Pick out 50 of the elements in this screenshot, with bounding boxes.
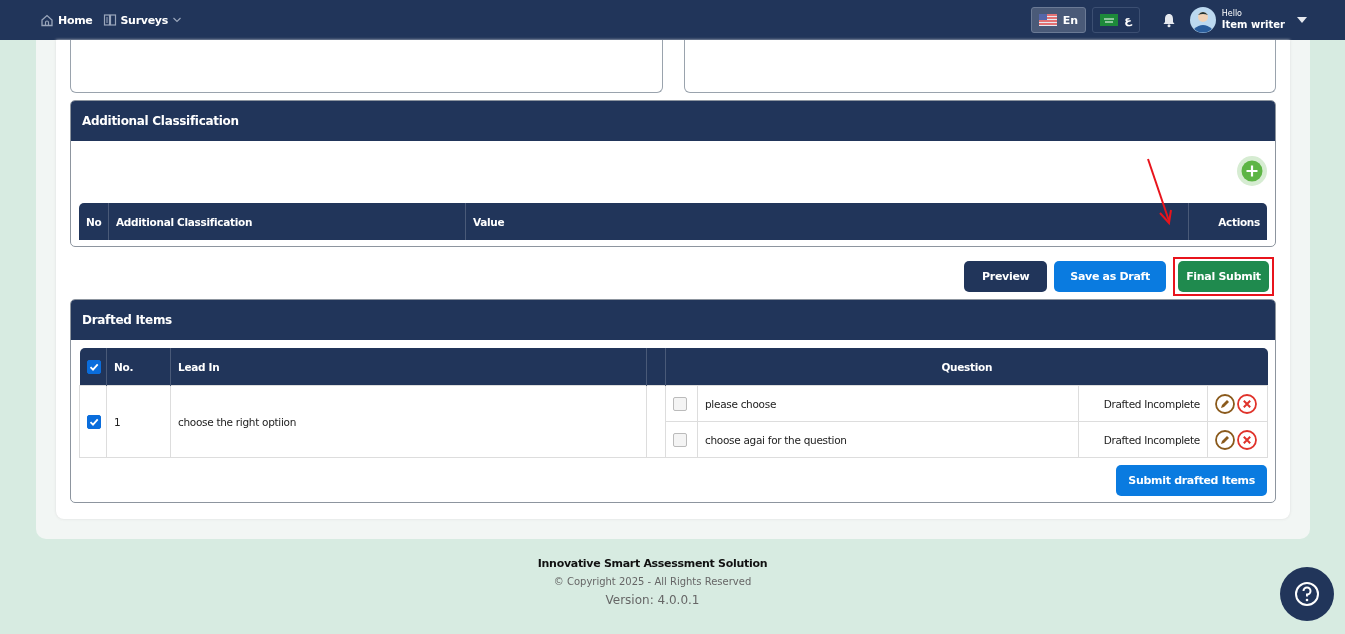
- table-cell: choose the right optiion: [170, 385, 647, 458]
- table-cell: Drafted Incomplete: [1078, 421, 1208, 458]
- submit-drafted-button[interactable]: Submit drafted Items: [1116, 465, 1267, 496]
- pencil-icon[interactable]: [1215, 393, 1235, 414]
- pencil-icon[interactable]: [1215, 429, 1235, 450]
- footer-title: Innovative Smart Assessment Solution: [537, 557, 768, 570]
- nav-link[interactable]: Home: [40, 13, 93, 27]
- checkbox[interactable]: [673, 432, 687, 447]
- flag-icon: [1038, 14, 1057, 26]
- greeting-text: Hello: [1221, 10, 1243, 19]
- column-header: No: [79, 203, 109, 240]
- table-cell: 1: [106, 385, 171, 458]
- delete-icon[interactable]: [1237, 429, 1257, 450]
- caret-down-icon[interactable]: [1297, 17, 1307, 23]
- submit-button[interactable]: Final Submit: [1178, 261, 1269, 292]
- column-header: Lead In: [170, 348, 647, 386]
- nav-link[interactable]: Surveys: [102, 13, 182, 27]
- chevron-down-icon: [171, 16, 182, 24]
- table-cell: Drafted Incomplete: [1078, 385, 1208, 422]
- checkbox[interactable]: [87, 414, 101, 429]
- check-icon: [88, 361, 99, 372]
- checkbox[interactable]: [86, 359, 101, 374]
- version-text: Version: 4.0.0.1: [605, 593, 700, 607]
- panel-title: Drafted Items: [71, 300, 1275, 340]
- table-cell: please choose: [697, 385, 1079, 422]
- column-header: Question: [665, 348, 1268, 386]
- add-icon[interactable]: [1237, 156, 1267, 186]
- column-header: No.: [106, 348, 171, 386]
- book-icon: [102, 13, 117, 27]
- bell-icon[interactable]: [1161, 12, 1176, 28]
- copyright-text: © Copyright 2025 - All Rights Reserved: [553, 576, 752, 587]
- flag-icon: [1100, 14, 1119, 26]
- avatar-icon[interactable]: [1189, 7, 1216, 33]
- checkbox[interactable]: [673, 396, 687, 411]
- delete-icon[interactable]: [1237, 393, 1257, 414]
- annotation-arrow: [1145, 157, 1175, 227]
- column-header: Additional Classification: [109, 203, 466, 240]
- table-cell: choose agai for the question: [697, 421, 1079, 458]
- panel-title: Additional Classification: [71, 101, 1275, 141]
- preview-button[interactable]: Preview: [964, 261, 1048, 292]
- language-button[interactable]: ع: [1092, 7, 1140, 33]
- column-header: Actions: [1217, 214, 1261, 230]
- help-button[interactable]: [1280, 567, 1334, 621]
- check-icon: [89, 416, 99, 427]
- column-header: Value: [466, 203, 1189, 240]
- help-icon: [1294, 581, 1320, 607]
- language-button[interactable]: En: [1030, 7, 1087, 33]
- home-icon: [40, 13, 54, 27]
- save-draft-button[interactable]: Save as Draft: [1054, 261, 1166, 292]
- user-name[interactable]: Item writer: [1221, 18, 1285, 30]
